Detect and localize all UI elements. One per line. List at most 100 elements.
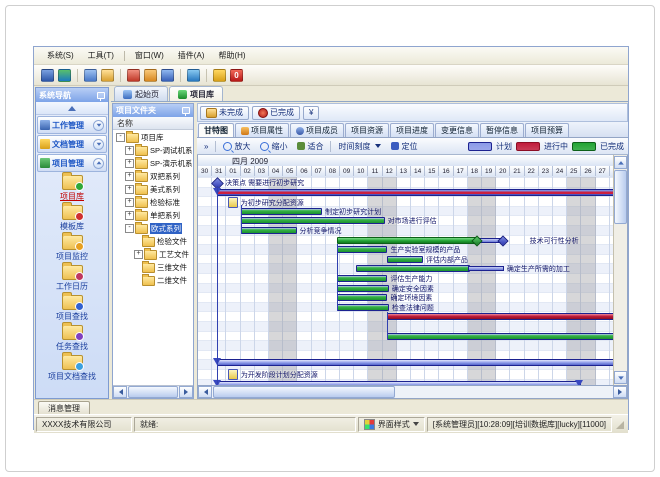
expand-arrow-button[interactable] <box>93 120 104 131</box>
tab-project-library[interactable]: 项目库 <box>169 86 223 101</box>
expand-arrow-button[interactable] <box>93 139 104 150</box>
gantt-bar-done[interactable] <box>337 285 389 292</box>
menu-item-5[interactable]: 帮助(H) <box>211 48 252 63</box>
report-red-icon[interactable] <box>127 69 140 82</box>
gantt-bar-done[interactable] <box>337 246 387 253</box>
tree-expander[interactable]: + <box>134 250 143 259</box>
assignment-note-icon[interactable] <box>228 197 238 208</box>
message-manager-tab[interactable]: 消息管理 <box>38 401 90 414</box>
sidebar-item-6[interactable]: 任务查找 <box>56 325 88 352</box>
gantt-tab-7[interactable]: 暂停信息 <box>480 123 524 137</box>
scroll-right-button[interactable] <box>179 386 193 398</box>
lock-icon[interactable] <box>213 69 226 82</box>
scroll-down-button[interactable] <box>614 371 627 384</box>
scroll-left-button[interactable] <box>113 386 127 398</box>
tree-expander[interactable]: + <box>125 146 134 155</box>
menu-item-1[interactable]: 系统(S) <box>40 48 81 63</box>
sidebar-group-2[interactable]: 文档管理 <box>37 135 107 153</box>
tree-expander[interactable]: - <box>125 224 134 233</box>
tree-item-5[interactable]: +美式系列 <box>113 183 193 196</box>
gantt-bar-plan[interactable] <box>217 381 580 385</box>
tree-item-7[interactable]: +单把系列 <box>113 209 193 222</box>
gantt-bar-active[interactable] <box>387 313 613 320</box>
gantt-bar-plan[interactable] <box>217 359 613 366</box>
toolbar-overflow-button[interactable]: » <box>201 140 211 153</box>
scroll-left-button[interactable] <box>198 386 212 398</box>
tree-item-12[interactable]: 二维文件 <box>113 274 193 287</box>
filter-extra-button[interactable]: ¥ <box>303 106 319 120</box>
sidebar-item-1[interactable]: 项目库 <box>60 175 84 202</box>
gantt-tab-8[interactable]: 项目预算 <box>525 123 569 137</box>
tree-expander[interactable]: - <box>116 133 125 142</box>
tree-horizontal-scrollbar[interactable] <box>113 385 193 398</box>
gantt-vertical-scrollbar[interactable] <box>613 155 627 385</box>
pin-icon[interactable] <box>97 92 105 99</box>
assignment-note-icon[interactable] <box>228 369 238 380</box>
gantt-tab-6[interactable]: 变更信息 <box>435 123 479 137</box>
tree-item-3[interactable]: +SP-演示机系 <box>113 157 193 170</box>
computer-icon[interactable] <box>41 69 54 82</box>
scroll-up-button[interactable] <box>614 156 627 169</box>
tree-item-2[interactable]: +SP-调试机系 <box>113 144 193 157</box>
tree-item-9[interactable]: 检验文件 <box>113 235 193 248</box>
gantt-bar-done[interactable] <box>356 265 470 272</box>
gantt-bar-done[interactable] <box>241 227 297 234</box>
tree-expander[interactable]: + <box>125 159 134 168</box>
report-blue-icon[interactable] <box>161 69 174 82</box>
stop-zero-icon[interactable]: 0 <box>230 69 243 82</box>
gantt-bar-done[interactable] <box>337 275 387 282</box>
gantt-bar-done[interactable] <box>337 294 387 301</box>
timescale-dropdown[interactable]: 时间刻度 <box>335 139 384 154</box>
folder-open-icon[interactable] <box>84 69 97 82</box>
tree-item-8[interactable]: -欧式系列 <box>113 222 193 235</box>
scroll-right-button[interactable] <box>613 386 627 398</box>
gantt-tab-4[interactable]: 项目资源 <box>345 123 389 137</box>
gantt-tab-1[interactable]: 甘特图 <box>198 123 234 137</box>
sidebar-item-2[interactable]: 模板库 <box>60 205 84 232</box>
gantt-bar-summary_active[interactable] <box>217 189 613 196</box>
gantt-tab-3[interactable]: 项目成员 <box>290 123 344 137</box>
tree-expander[interactable]: + <box>125 185 134 194</box>
gantt-bar-done[interactable] <box>387 256 423 263</box>
scroll-thumb[interactable] <box>128 386 178 398</box>
ui-style-dropdown[interactable]: 界面样式 <box>358 417 425 432</box>
tree-item-1[interactable]: -项目库 <box>113 131 193 144</box>
fit-button[interactable]: 适合 <box>294 139 326 154</box>
gantt-horizontal-scrollbar[interactable] <box>197 386 628 399</box>
scroll-thumb[interactable] <box>213 386 395 398</box>
help-globe-icon[interactable] <box>187 69 200 82</box>
gantt-tab-2[interactable]: 项目属性 <box>235 123 289 137</box>
gantt-bar-summary_done[interactable] <box>337 237 478 244</box>
collapse-arrow-button[interactable] <box>93 158 104 169</box>
tree-item-4[interactable]: +双把系列 <box>113 170 193 183</box>
gantt-bar-done[interactable] <box>241 208 323 215</box>
menu-item-3[interactable]: 窗口(W) <box>128 48 171 63</box>
scroll-thumb[interactable] <box>614 170 627 224</box>
resize-grip[interactable] <box>614 417 626 431</box>
sidebar-item-5[interactable]: 项目查找 <box>56 295 88 322</box>
pin-icon[interactable] <box>182 107 190 114</box>
report-orange-icon[interactable] <box>144 69 157 82</box>
filter-unfinished-button[interactable]: 未完成 <box>200 106 249 120</box>
gantt-bar-done[interactable] <box>241 217 385 224</box>
gantt-bar-done[interactable] <box>337 304 389 311</box>
tree-item-6[interactable]: +检验标准 <box>113 196 193 209</box>
tree-expander[interactable]: + <box>125 172 134 181</box>
menu-item-4[interactable]: 插件(A) <box>171 48 212 63</box>
sidebar-group-3[interactable]: 项目管理 <box>37 154 107 172</box>
gantt-bar-done[interactable] <box>387 333 613 340</box>
gantt-tab-5[interactable]: 项目进度 <box>390 123 434 137</box>
globe-icon[interactable] <box>58 69 71 82</box>
tab-start-page[interactable]: 起始页 <box>114 86 168 101</box>
sidebar-group-1[interactable]: 工作管理 <box>37 116 107 134</box>
menu-item-2[interactable]: 工具(T) <box>81 48 121 63</box>
tree-expander[interactable]: + <box>125 211 134 220</box>
sidebar-item-7[interactable]: 项目文档查找 <box>48 355 96 382</box>
filter-finished-button[interactable]: 已完成 <box>252 106 300 120</box>
sidebar-item-4[interactable]: 工作日历 <box>56 265 88 292</box>
locate-button[interactable]: 定位 <box>388 139 420 154</box>
folder-icon[interactable] <box>101 69 114 82</box>
zoom-out-button[interactable]: 缩小 <box>257 139 290 154</box>
tree-expander[interactable]: + <box>125 198 134 207</box>
sidebar-item-3[interactable]: 项目监控 <box>56 235 88 262</box>
